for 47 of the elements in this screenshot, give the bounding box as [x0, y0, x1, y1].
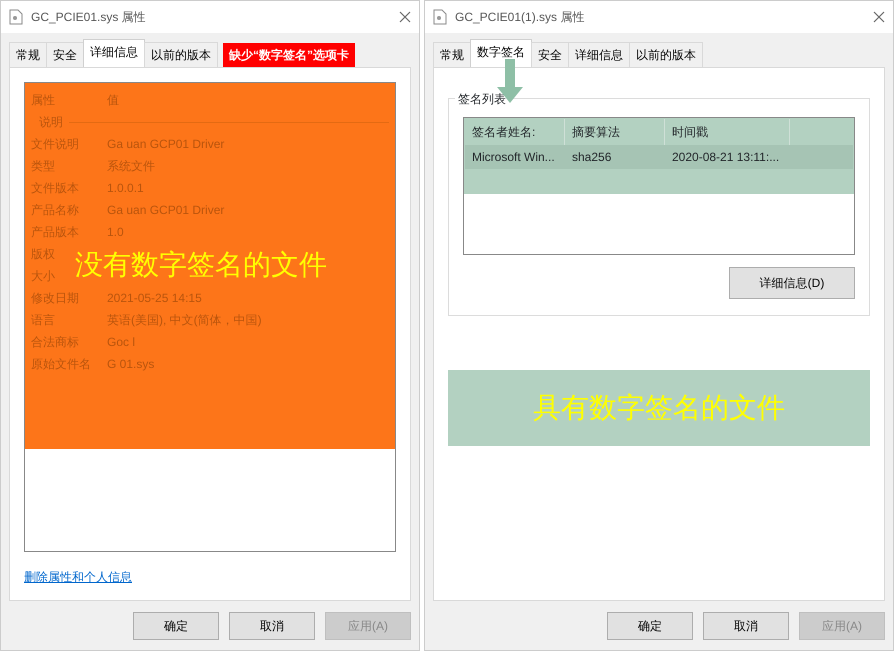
- dialog-button[interactable]: 取消: [229, 612, 315, 640]
- file-icon: [9, 9, 23, 25]
- property-name: 大小: [31, 268, 56, 285]
- property-name: 文件版本: [31, 180, 80, 197]
- property-value: 英语(美国), 中文(简体，中国): [107, 312, 263, 329]
- property-name: 合法商标: [31, 334, 80, 351]
- remove-properties-link[interactable]: 删除属性和个人信息: [24, 568, 132, 586]
- property-value: 1.0: [107, 224, 125, 241]
- property-name: 修改日期: [31, 290, 80, 307]
- property-name: 文件说明: [31, 136, 80, 153]
- tab[interactable]: 常规: [433, 42, 471, 67]
- property-value: G 01.sys: [107, 356, 156, 373]
- property-value: Goc l: [107, 334, 136, 351]
- property-name: 类型: [31, 158, 56, 175]
- tab[interactable]: 以前的版本: [144, 42, 218, 67]
- property-value: 系统文件: [107, 158, 156, 175]
- annotation-caption: 具有数字签名的文件: [448, 370, 870, 446]
- group-label: 说明: [39, 114, 63, 131]
- list-cell-text: Microsoft Win...: [471, 149, 556, 166]
- details-button[interactable]: 详细信息(D): [729, 267, 855, 299]
- dialog-button[interactable]: 确定: [133, 612, 219, 640]
- overlay-caption: 没有数字签名的文件: [75, 248, 328, 282]
- tab[interactable]: 常规: [9, 42, 47, 67]
- list-cell-text: 2020-08-21 13:11:...: [671, 149, 780, 166]
- dialog-button[interactable]: 取消: [703, 612, 789, 640]
- property-value: Ga uan GCP01 Driver: [107, 202, 226, 219]
- window-title: GC_PCIE01(1).sys 属性: [455, 9, 586, 26]
- close-icon[interactable]: [399, 11, 411, 23]
- property-name: 版权: [31, 246, 56, 263]
- window-title: GC_PCIE01.sys 属性: [31, 9, 147, 26]
- property-value: Ga uan GCP01 Driver: [107, 136, 226, 153]
- annotation-label: 缺少“数字签名”选项卡: [223, 43, 355, 67]
- property-name: 产品名称: [31, 202, 80, 219]
- property-value: 1.0.0.1: [107, 180, 145, 197]
- property-name: 语言: [31, 312, 56, 329]
- property-name: 原始文件名: [31, 356, 92, 373]
- property-name: 产品版本: [31, 224, 80, 241]
- close-icon[interactable]: [873, 11, 885, 23]
- list-cell-text: sha256: [571, 149, 612, 166]
- file-icon: [433, 9, 447, 25]
- tab[interactable]: 详细信息: [83, 39, 145, 67]
- property-value: 2021-05-25 14:15: [107, 290, 203, 307]
- dialog-button[interactable]: 确定: [607, 612, 693, 640]
- list-row[interactable]: Microsoft Win... sha256 2020-08-21 13:11:...: [465, 145, 853, 169]
- tab[interactable]: 数字签名: [470, 39, 532, 67]
- tab[interactable]: 安全: [531, 42, 569, 67]
- tab[interactable]: 以前的版本: [629, 42, 703, 67]
